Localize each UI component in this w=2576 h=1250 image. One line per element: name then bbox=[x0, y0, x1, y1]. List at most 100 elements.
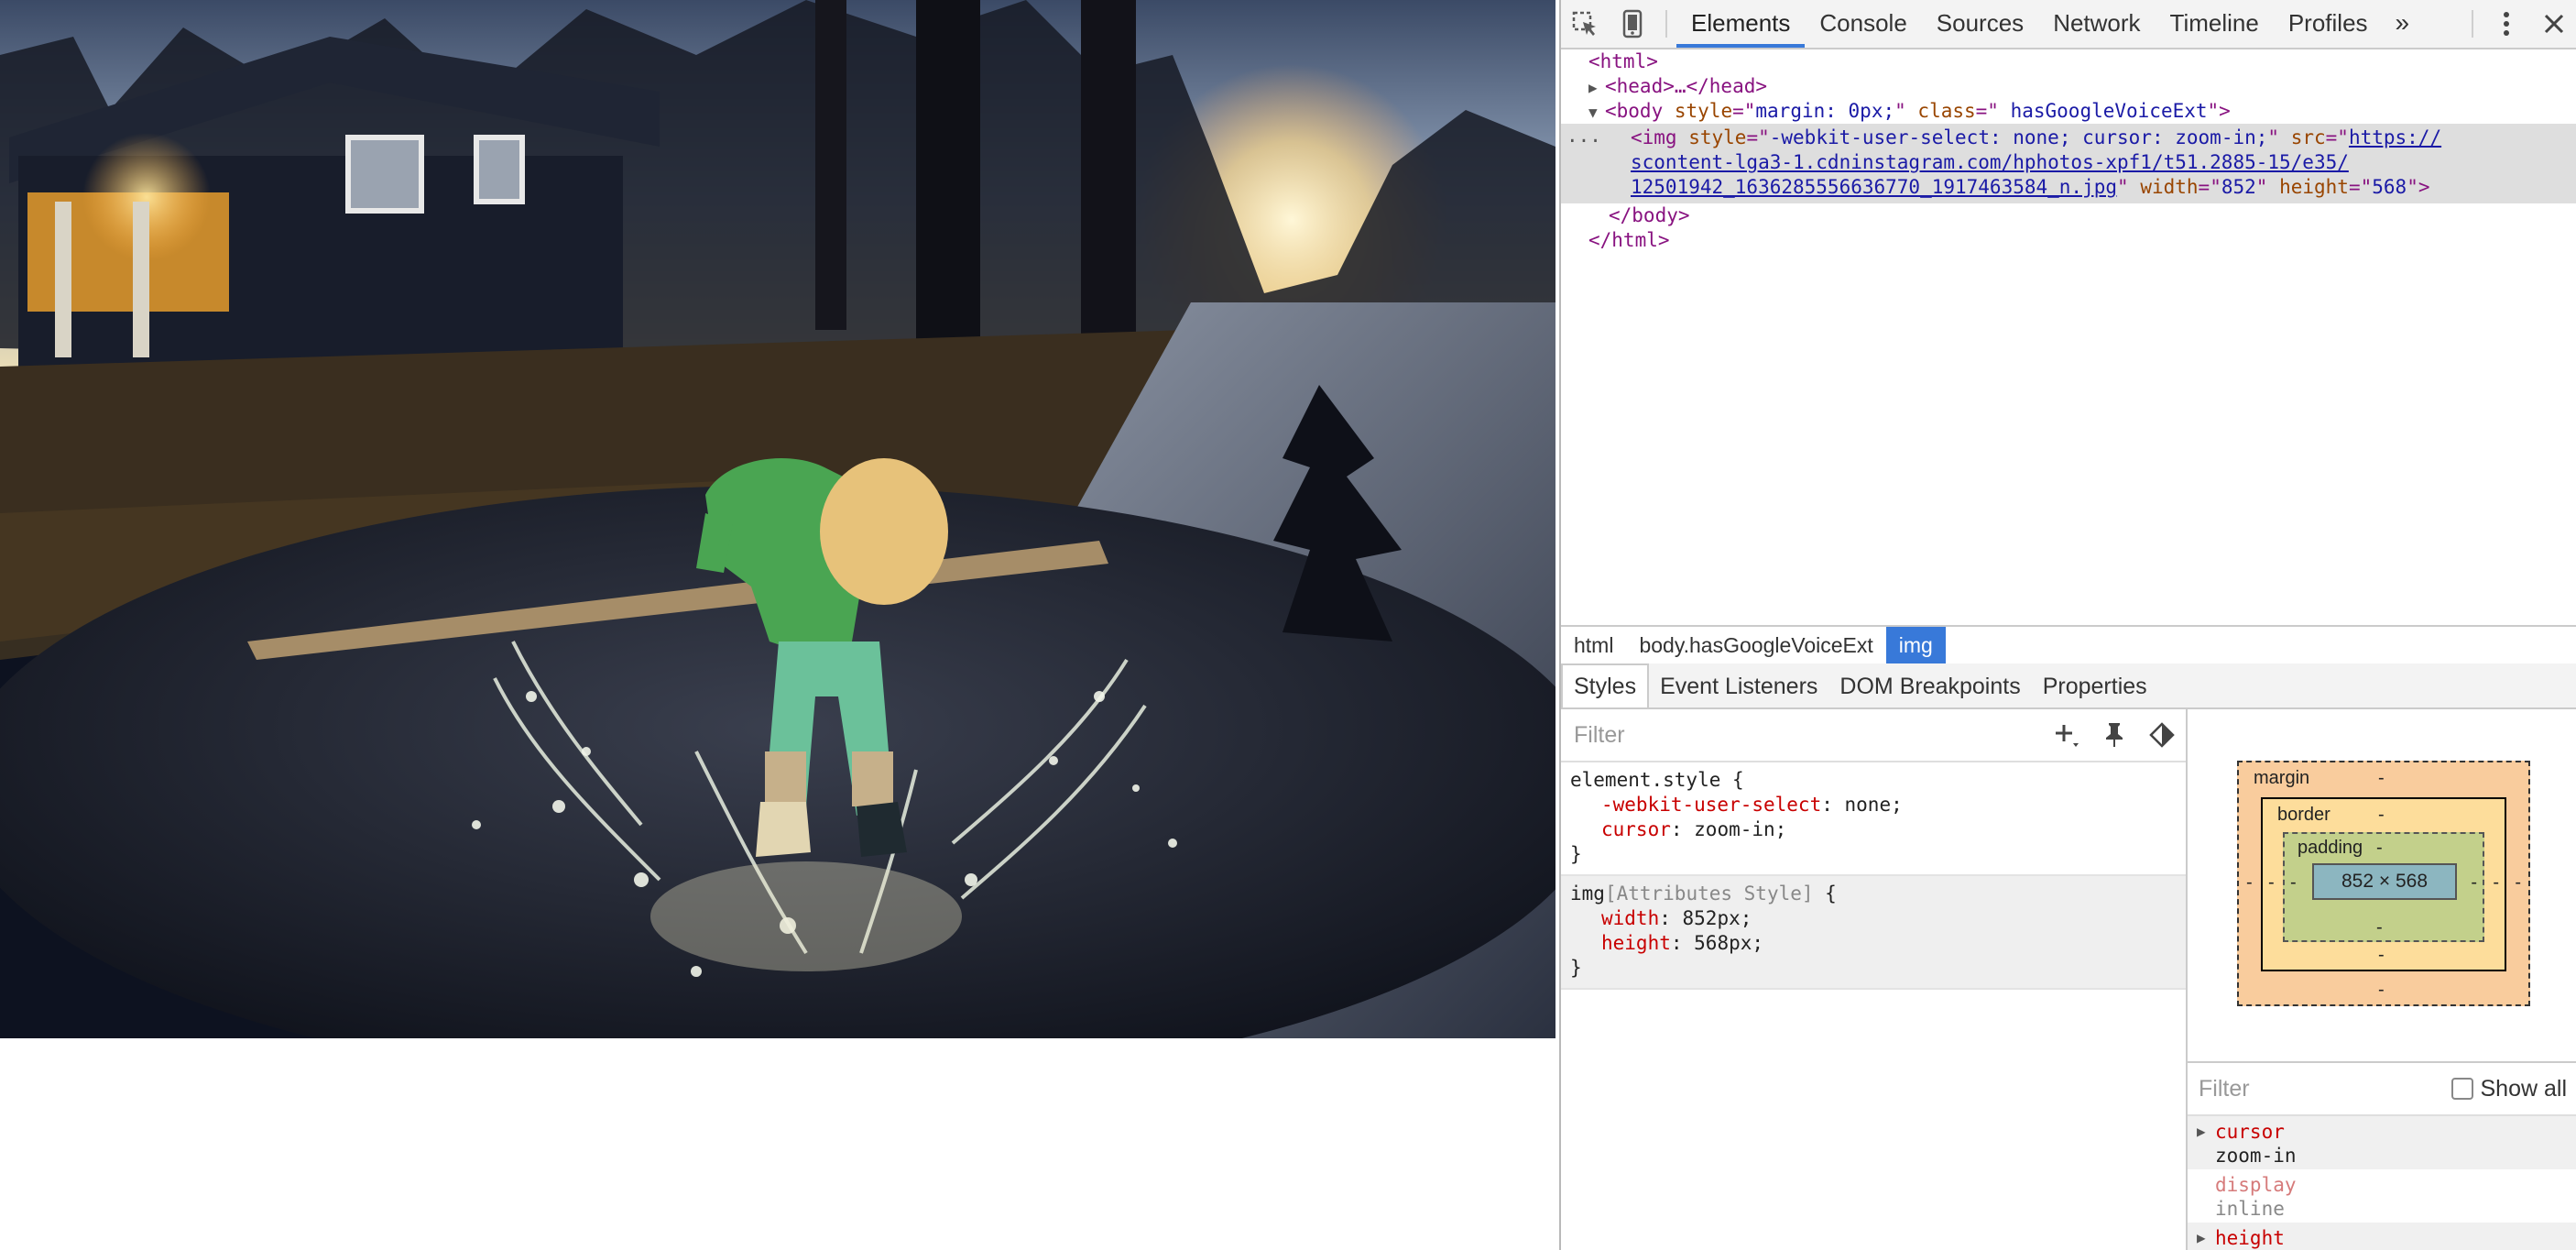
breadcrumb: html body.hasGoogleVoiceExt img bbox=[1561, 625, 2576, 665]
tab-event-listeners[interactable]: Event Listeners bbox=[1649, 665, 1828, 707]
computed-property-name: cursor bbox=[2215, 1121, 2285, 1143]
tab-network[interactable]: Network bbox=[2038, 0, 2155, 48]
dom-node-body[interactable]: ▼ <body style="margin: 0px;" class=" hasG… bbox=[1561, 99, 2576, 124]
css-property-value: 852px bbox=[1682, 907, 1741, 929]
css-property-name: width bbox=[1601, 907, 1660, 929]
close-icon[interactable] bbox=[2530, 0, 2576, 48]
tab-styles[interactable]: Styles bbox=[1561, 663, 1650, 707]
body-style-attr-value: margin: 0px; bbox=[1755, 100, 1895, 122]
show-all-toggle[interactable]: Show all bbox=[2450, 1076, 2576, 1102]
css-declaration: width: 852px; bbox=[1601, 907, 1752, 929]
tab-console[interactable]: Console bbox=[1805, 0, 1921, 48]
styles-pane: Filter element.style { -webkit-user-sele… bbox=[1561, 709, 2188, 1250]
computed-property-name: height bbox=[2215, 1227, 2285, 1249]
tab-elements[interactable]: Elements bbox=[1676, 0, 1806, 48]
img-open-tag: <img bbox=[1631, 126, 1677, 148]
border-bottom-value[interactable]: - bbox=[2378, 945, 2385, 966]
border-label: border bbox=[2277, 805, 2330, 825]
padding-bottom-value[interactable]: - bbox=[2376, 917, 2383, 938]
computed-property[interactable]: display inline bbox=[2188, 1169, 2576, 1223]
breadcrumb-body[interactable]: body.hasGoogleVoiceExt bbox=[1626, 627, 1885, 663]
css-property-name[interactable]: cursor bbox=[1601, 818, 1671, 840]
tab-dom-breakpoints[interactable]: DOM Breakpoints bbox=[1828, 665, 2031, 707]
img-style-attr-name: style bbox=[1688, 126, 1747, 148]
computed-filter-input[interactable]: Filter bbox=[2188, 1077, 2451, 1101]
sidebar-tabs: Styles Event Listeners DOM Breakpoints P… bbox=[1561, 663, 2576, 709]
img-width-attr-value: 852 bbox=[2221, 176, 2256, 198]
margin-top-value[interactable]: - bbox=[2378, 768, 2385, 789]
css-property-value: 568px bbox=[1694, 932, 1752, 954]
padding-right-value[interactable]: - bbox=[2471, 872, 2477, 894]
img-src-link-part2[interactable]: scontent-lga3-1.cdninstagram.com/hphotos… bbox=[1631, 151, 2349, 173]
margin-bottom-value[interactable]: - bbox=[2378, 980, 2385, 1001]
splash-photo[interactable] bbox=[0, 0, 1555, 1038]
kebab-menu-icon[interactable] bbox=[2483, 0, 2530, 48]
dom-node-html[interactable]: <html> bbox=[1561, 49, 2576, 74]
img-width-attr-name: width bbox=[2140, 176, 2199, 198]
expand-triangle-icon[interactable]: ▶ bbox=[2197, 1226, 2206, 1250]
img-src-attr-name: src bbox=[2290, 126, 2326, 148]
tab-timeline[interactable]: Timeline bbox=[2156, 0, 2274, 48]
padding-label: padding bbox=[2298, 838, 2363, 858]
devtools-panel: Elements Console Sources Network Timelin… bbox=[1559, 0, 2576, 1250]
photo-illustration bbox=[0, 0, 1555, 1038]
page-viewport bbox=[0, 0, 1557, 1250]
img-src-link-part3[interactable]: 12501942_1636285556636770_1917463584_n.j… bbox=[1631, 176, 2117, 198]
img-src-link-part1[interactable]: https:// bbox=[2349, 126, 2441, 148]
img-height-attr-name: height bbox=[2279, 176, 2349, 198]
margin-left-value[interactable]: - bbox=[2246, 872, 2253, 894]
css-declaration[interactable]: cursor: zoom-in; bbox=[1570, 817, 2177, 842]
styles-filter-bar: Filter bbox=[1561, 709, 2186, 762]
padding-left-value[interactable]: - bbox=[2290, 872, 2297, 894]
padding-top-value[interactable]: - bbox=[2376, 838, 2383, 859]
tab-profiles[interactable]: Profiles bbox=[2274, 0, 2383, 48]
computed-property-name: display bbox=[2215, 1174, 2297, 1196]
style-rule-attributes: img[Attributes Style] { width: 852px; he… bbox=[1561, 876, 2186, 990]
collapse-triangle-icon[interactable]: ▼ bbox=[1588, 100, 1605, 125]
css-declaration[interactable]: -webkit-user-select: none; bbox=[1570, 793, 2177, 817]
margin-right-value[interactable]: - bbox=[2515, 872, 2521, 894]
tab-sources[interactable]: Sources bbox=[1922, 0, 2038, 48]
computed-property[interactable]: ▶ height 568px bbox=[2188, 1223, 2576, 1250]
css-declaration: height: 568px; bbox=[1601, 932, 1764, 954]
body-class-attr-name: class bbox=[1917, 100, 1976, 122]
new-style-rule-icon[interactable] bbox=[2043, 721, 2090, 749]
style-rule-element: element.style { -webkit-user-select: non… bbox=[1561, 762, 2186, 876]
margin-label: margin bbox=[2254, 768, 2310, 788]
computed-property[interactable]: ▶ cursor zoom-in bbox=[2188, 1116, 2576, 1169]
computed-property-value: zoom-in bbox=[2215, 1145, 2297, 1167]
tab-properties[interactable]: Properties bbox=[2032, 665, 2158, 707]
expand-triangle-icon[interactable]: ▶ bbox=[2197, 1120, 2206, 1144]
border-right-value[interactable]: - bbox=[2493, 872, 2499, 894]
body-close-tag: </body> bbox=[1609, 204, 1690, 226]
show-all-checkbox[interactable] bbox=[2450, 1078, 2473, 1100]
content-box[interactable]: 852 × 568 bbox=[2312, 863, 2457, 900]
body-open-tag: <body bbox=[1605, 100, 1664, 122]
device-mode-icon[interactable] bbox=[1609, 0, 1656, 48]
dom-node-img[interactable]: ... <img style="-webkit-user-select: non… bbox=[1561, 124, 2576, 203]
color-format-icon[interactable] bbox=[2138, 721, 2186, 749]
body-style-attr-name: style bbox=[1674, 100, 1733, 122]
rule-selector-suffix: [Attributes Style] bbox=[1604, 883, 1814, 905]
pin-element-state-icon[interactable] bbox=[2090, 721, 2138, 749]
css-property-value[interactable]: zoom-in bbox=[1694, 818, 1775, 840]
head-tag: <head>…</head> bbox=[1605, 75, 1768, 97]
breadcrumb-html[interactable]: html bbox=[1561, 627, 1626, 663]
border-left-value[interactable]: - bbox=[2268, 872, 2275, 894]
show-all-label: Show all bbox=[2480, 1076, 2568, 1102]
rule-selector: element.style bbox=[1570, 769, 1721, 791]
node-actions-gutter[interactable]: ... bbox=[1566, 124, 1601, 148]
css-property-name[interactable]: -webkit-user-select bbox=[1601, 794, 1821, 816]
inspect-icon[interactable] bbox=[1561, 0, 1609, 48]
styles-filter-input[interactable]: Filter bbox=[1561, 722, 2043, 748]
breadcrumb-img[interactable]: img bbox=[1885, 627, 1946, 663]
dom-node-html-close[interactable]: </html> bbox=[1561, 228, 2576, 253]
expand-triangle-icon[interactable]: ▶ bbox=[1588, 75, 1605, 100]
dom-node-body-close[interactable]: </body> bbox=[1561, 203, 2576, 228]
border-top-value[interactable]: - bbox=[2378, 805, 2385, 826]
toolbar-separator-2 bbox=[2472, 10, 2473, 38]
toolbar-separator bbox=[1665, 10, 1667, 38]
css-property-value[interactable]: none bbox=[1845, 794, 1892, 816]
dom-node-head[interactable]: ▶ <head>…</head> bbox=[1561, 74, 2576, 99]
more-tabs-button[interactable]: » bbox=[2383, 0, 2423, 48]
